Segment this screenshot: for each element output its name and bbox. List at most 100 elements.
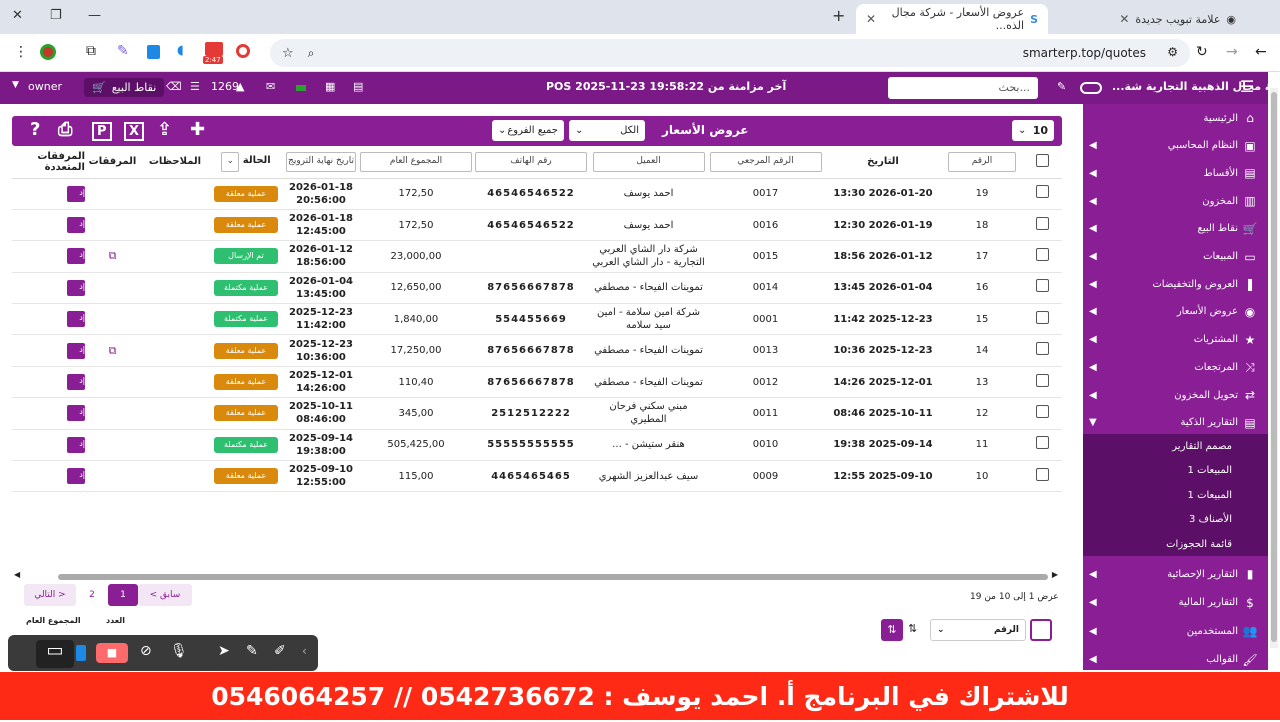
horizontal-scrollbar[interactable]: ◀ ▶ [14, 570, 1058, 582]
pen-extension-icon[interactable]: ✎ [117, 43, 129, 59]
add-icon[interactable]: ✚ [190, 119, 205, 140]
toggle-icon[interactable] [1080, 82, 1102, 94]
submenu-item[interactable]: مصمم التقارير [1083, 434, 1268, 458]
pen-icon[interactable]: ✎ [1057, 80, 1066, 93]
microphone-icon[interactable]: 🎙 [170, 643, 188, 659]
page-1-button[interactable]: 1 [108, 584, 138, 606]
phone-filter[interactable]: رقم الهاتف [475, 151, 587, 172]
calculator-icon[interactable]: ▤ [353, 80, 363, 93]
edit-button[interactable]: إد [67, 217, 85, 234]
page-scrollbar[interactable] [1270, 88, 1278, 648]
sidebar-item[interactable]: ▭ المبيعات ◀ [1083, 244, 1268, 270]
client-filter[interactable]: العميل [592, 151, 705, 172]
status-filter-chevron-icon[interactable]: ⌄ [221, 151, 240, 172]
sidebar-item[interactable]: ❚ العروض والتخفيضات ◀ [1083, 271, 1268, 297]
no-video-icon[interactable]: ⊘ [140, 643, 152, 659]
puzzle-icon[interactable]: ⧉ [86, 43, 96, 59]
table-row[interactable]: 11 2025-09-14 19:38 0010 هنقر ستيشن - ... 55… [12, 429, 1062, 462]
edit-button[interactable]: إد [67, 436, 85, 453]
chevron-left-icon[interactable]: ◀ [1089, 626, 1097, 637]
prev-page-button[interactable]: < سابق [138, 584, 192, 606]
submenu-item[interactable]: الأصناف 3 [1083, 508, 1268, 532]
bookmark-star-icon[interactable]: ☆ [282, 46, 294, 61]
sidebar-item[interactable]: ▤ الأقساط ◀ [1083, 160, 1268, 186]
sidebar-item[interactable]: ▥ المخزون ◀ [1083, 188, 1268, 214]
record-extension-icon[interactable] [236, 44, 250, 58]
edit-button[interactable]: إد [67, 468, 85, 485]
close-tab-icon[interactable]: ✕ [866, 12, 876, 26]
collapse-icon[interactable]: ‹ [302, 644, 307, 658]
row-checkbox[interactable] [1035, 247, 1049, 261]
table-row[interactable]: 17 2026-01-12 18:56 0015 شركة دار الشاي الع… [12, 240, 1062, 273]
sidebar-item[interactable]: ▮ التقارير الإحصائية ◀ [1083, 561, 1268, 587]
table-row[interactable]: 18 2026-01-19 12:30 0016 احمد يوسف 465465465… [12, 209, 1062, 242]
chevron-left-icon[interactable]: ◀ [1089, 279, 1097, 290]
attachment-icon[interactable]: ⧉ [109, 249, 117, 262]
red-extension-icon[interactable] [205, 42, 223, 56]
back-icon[interactable]: ← [1255, 44, 1267, 60]
sidebar-item[interactable]: $ التقارير المالية ◀ [1083, 590, 1268, 616]
extension-icon[interactable] [40, 44, 56, 60]
edit-button[interactable]: إد [67, 185, 85, 202]
table-row[interactable]: 14 2025-12-23 10:36 0013 تموينات الفيحاء - … [12, 334, 1062, 367]
row-checkbox[interactable] [1035, 404, 1049, 418]
sidebar-item[interactable]: 🛒 نقاط البيع ◀ [1083, 216, 1268, 242]
site-settings-icon[interactable]: ⚙ [1167, 45, 1178, 59]
chevron-left-icon[interactable]: ◀ [1089, 306, 1097, 317]
cursor-icon[interactable]: ➤ [218, 643, 230, 659]
row-checkbox[interactable] [1035, 342, 1049, 356]
chevron-left-icon[interactable]: ◀ [1089, 168, 1097, 179]
chevron-left-icon[interactable]: ◀ [1089, 251, 1097, 262]
search-input[interactable]: بحث... [888, 77, 1038, 99]
calendar-icon[interactable]: ▦ [325, 80, 335, 93]
table-row[interactable]: 16 2026-01-04 13:45 0014 تموينات الفيحاء - … [12, 272, 1062, 305]
stop-record-button[interactable]: ■ [96, 643, 128, 663]
expiry-filter[interactable]: تاريخ نهاية الترويج [286, 151, 356, 172]
zoom-icon[interactable]: ⌕ [308, 46, 315, 61]
columns-toggle-icon[interactable] [1030, 619, 1052, 641]
edit-button[interactable]: إد [67, 342, 85, 359]
mail-icon[interactable]: ✉ [266, 80, 275, 93]
per-page-select[interactable]: ⌄ 10 [1012, 120, 1054, 141]
edit-button[interactable]: إد [67, 248, 85, 265]
sidebar-item[interactable]: ▣ النظام المحاسبي ◀ [1083, 133, 1268, 159]
row-checkbox[interactable] [1035, 373, 1049, 387]
wave-extension-icon[interactable]: ◖ [177, 43, 184, 58]
chevron-left-icon[interactable]: ◀ [1089, 334, 1097, 345]
pdf-icon[interactable]: P [92, 122, 112, 141]
highlighter-icon[interactable]: ✐ [274, 643, 286, 659]
address-bar[interactable]: ☆ ⌕ smarterp.top/quotes ⚙ [270, 39, 1190, 67]
sort-direction-icon[interactable]: ⇅ [908, 622, 917, 635]
menu-dots-icon[interactable]: ⋮ [14, 44, 28, 60]
sidebar-item[interactable]: ⌂ الرئيسية [1083, 105, 1268, 131]
table-row[interactable]: 10 2025-09-10 12:55 0009 سيف عبدالعزيز الشه… [12, 460, 1062, 493]
print-icon[interactable]: ⎙ [58, 119, 72, 140]
scroll-right-icon[interactable]: ▶ [1052, 570, 1058, 579]
submenu-item[interactable]: قائمة الحجوزات [1083, 532, 1268, 556]
chevron-left-icon[interactable]: ◀ [1089, 569, 1097, 580]
excel-icon[interactable]: X [124, 122, 145, 141]
upload-icon[interactable]: ⇪ [157, 119, 172, 140]
warning-icon[interactable]: ▲ [236, 80, 244, 93]
minimize-window-icon[interactable]: — [88, 8, 101, 23]
row-checkbox[interactable] [1035, 436, 1049, 450]
help-icon[interactable]: ? [30, 119, 40, 140]
eraser-icon[interactable]: ⌫ [166, 80, 182, 93]
edit-button[interactable]: إد [67, 311, 85, 328]
hamburger-icon[interactable]: ☰ [1240, 77, 1254, 96]
chat-icon[interactable]: ▭ [36, 640, 74, 668]
tab-new[interactable]: ◉ علامة تبويب جديدة ✕ [1056, 4, 1246, 34]
chevron-left-icon[interactable]: ◀ [1089, 597, 1097, 608]
table-row[interactable]: 15 2025-12-23 11:42 0001 شركة امين سلامة - … [12, 303, 1062, 336]
scroll-left-icon[interactable]: ◀ [14, 570, 20, 579]
new-tab-icon[interactable]: + [832, 6, 845, 25]
doc-extension-icon[interactable] [147, 45, 160, 59]
sidebar-item[interactable]: 👥 المستخدمين ◀ [1083, 618, 1268, 644]
table-row[interactable]: 13 2025-12-01 14:26 0012 تموينات الفيحاء - … [12, 366, 1062, 399]
table-row[interactable]: 12 2025-10-11 08:46 0011 مبني سكني فرحان ال… [12, 397, 1062, 430]
chevron-left-icon[interactable]: ◀ [1089, 654, 1097, 665]
reload-icon[interactable]: ↻ [1196, 44, 1208, 60]
edit-button[interactable]: إد [67, 374, 85, 391]
next-page-button[interactable]: التالي > [24, 584, 76, 606]
list-icon[interactable]: ☰ [190, 80, 200, 93]
